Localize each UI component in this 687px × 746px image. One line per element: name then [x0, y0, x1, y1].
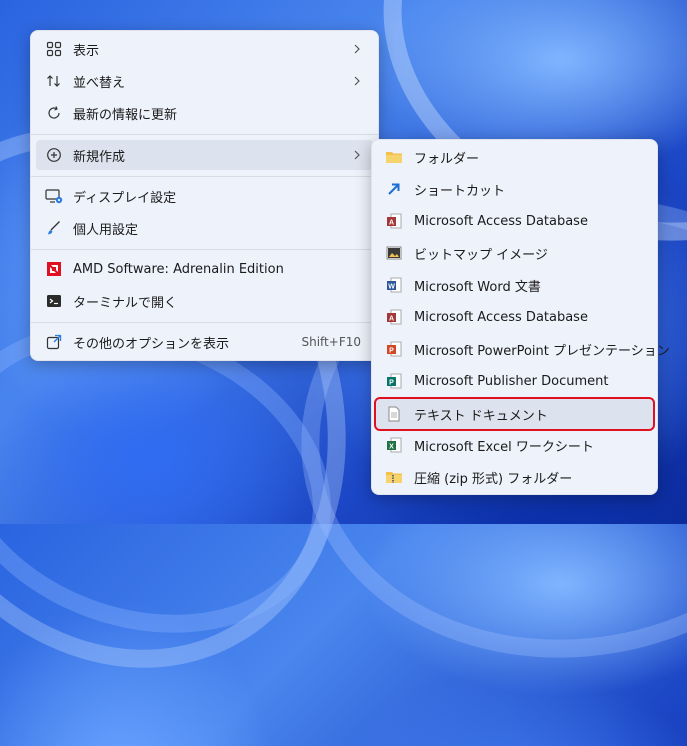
menu-item-label: AMD Software: Adrenalin Edition [73, 261, 284, 277]
amd-logo-icon [44, 259, 64, 279]
submenu-item-label: フォルダー [414, 151, 480, 167]
submenu-item-zip-folder[interactable]: 圧縮 (zip 形式) フォルダー [376, 462, 653, 492]
submenu-item-folder[interactable]: フォルダー [376, 142, 653, 172]
svg-text:X: X [389, 444, 394, 451]
submenu-item-publisher[interactable]: P Microsoft Publisher Document [376, 366, 653, 396]
word-icon: W [384, 275, 404, 295]
chevron-right-icon [349, 73, 365, 89]
chevron-right-icon [349, 147, 365, 163]
submenu-item-access-database[interactable]: A Microsoft Access Database [376, 206, 653, 236]
submenu-item-label: ショートカット [414, 183, 506, 199]
submenu-item-powerpoint[interactable]: P Microsoft PowerPoint プレゼンテーション [376, 334, 670, 364]
menu-item-label: 新規作成 [73, 149, 126, 165]
svg-text:W: W [388, 284, 395, 291]
submenu-item-excel[interactable]: X Microsoft Excel ワークシート [376, 430, 653, 460]
submenu-item-label: Microsoft Access Database [414, 213, 588, 229]
powerpoint-icon: P [384, 339, 404, 359]
bitmap-icon [384, 243, 404, 263]
svg-text:P: P [389, 348, 394, 355]
chevron-right-icon [349, 41, 365, 57]
keyboard-shortcut: Shift+F10 [301, 335, 361, 349]
menu-separator [31, 249, 378, 250]
shortcut-arrow-icon [384, 179, 404, 199]
menu-item-sort[interactable]: 並べ替え [36, 66, 373, 96]
submenu-item-label: Microsoft PowerPoint プレゼンテーション [414, 343, 670, 359]
menu-item-amd-software[interactable]: AMD Software: Adrenalin Edition [36, 254, 373, 284]
submenu-item-label: Microsoft Word 文書 [414, 279, 541, 295]
folder-icon [384, 147, 404, 167]
menu-item-label: 並べ替え [73, 75, 126, 91]
publisher-icon: P [384, 371, 404, 391]
menu-item-label: 表示 [73, 43, 100, 59]
display-settings-icon [44, 186, 64, 206]
submenu-item-access-database-2[interactable]: A Microsoft Access Database [376, 302, 653, 332]
text-document-icon [384, 404, 404, 424]
brush-icon [44, 218, 64, 238]
menu-separator [31, 176, 378, 177]
menu-item-refresh[interactable]: 最新の情報に更新 [36, 98, 373, 128]
excel-icon: X [384, 435, 404, 455]
access-icon: A [384, 307, 404, 327]
menu-item-label: その他のオプションを表示 [73, 336, 230, 352]
svg-text:A: A [389, 220, 394, 227]
menu-item-personalize[interactable]: 個人用設定 [36, 213, 373, 243]
add-circle-icon [44, 145, 64, 165]
submenu-item-text-document[interactable]: テキスト ドキュメント [374, 397, 655, 431]
menu-item-view[interactable]: 表示 [36, 34, 373, 64]
submenu-item-label: ビットマップ イメージ [414, 247, 548, 263]
menu-item-display-settings[interactable]: ディスプレイ設定 [36, 181, 373, 211]
submenu-item-label: Microsoft Excel ワークシート [414, 439, 594, 455]
menu-separator [31, 134, 378, 135]
svg-text:A: A [389, 316, 394, 323]
grid-view-icon [44, 39, 64, 59]
menu-item-new[interactable]: 新規作成 [36, 140, 373, 170]
submenu-item-label: Microsoft Access Database [414, 309, 588, 325]
submenu-item-word-document[interactable]: W Microsoft Word 文書 [376, 270, 653, 300]
refresh-icon [44, 103, 64, 123]
menu-item-label: 個人用設定 [73, 222, 139, 238]
zip-folder-icon [384, 467, 404, 487]
submenu-item-bitmap[interactable]: ビットマップ イメージ [376, 238, 653, 268]
more-options-icon [44, 332, 64, 352]
new-submenu: フォルダー ショートカット A Microsoft Access Databas… [371, 139, 670, 495]
menu-separator [31, 322, 378, 323]
terminal-icon [44, 291, 64, 311]
desktop-context-menu: 表示 並べ替え 最新の情報に更新 新規作成 ディスプレイ設定 個人用設定 AMD… [30, 30, 379, 361]
menu-item-open-terminal[interactable]: ターミナルで開く [36, 286, 373, 316]
submenu-item-label: Microsoft Publisher Document [414, 373, 609, 389]
submenu-item-label: テキスト ドキュメント [414, 408, 548, 424]
access-icon: A [384, 211, 404, 231]
submenu-item-label: 圧縮 (zip 形式) フォルダー [414, 471, 573, 487]
menu-item-label: ディスプレイ設定 [73, 190, 177, 206]
svg-text:P: P [389, 380, 394, 387]
menu-item-label: ターミナルで開く [73, 295, 178, 311]
sort-icon [44, 71, 64, 91]
menu-item-more-options[interactable]: その他のオプションを表示 Shift+F10 [36, 327, 373, 357]
submenu-item-shortcut[interactable]: ショートカット [376, 174, 653, 204]
menu-item-label: 最新の情報に更新 [73, 107, 178, 123]
